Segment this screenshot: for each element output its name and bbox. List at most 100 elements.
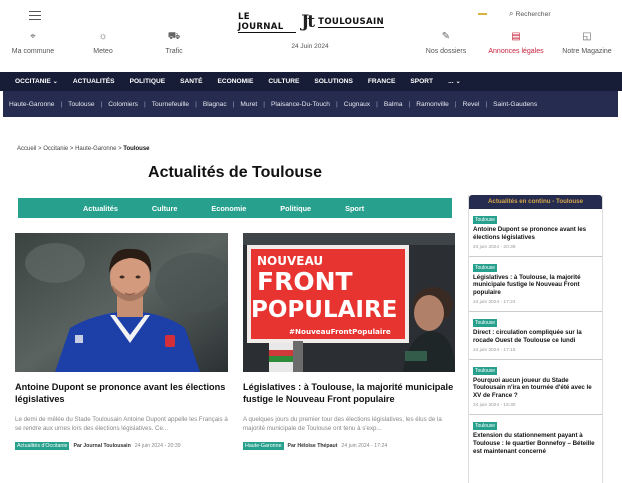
page-title: Actualités de Toulouse [148, 164, 322, 181]
menu-icon[interactable] [29, 11, 41, 21]
article-title[interactable]: Législatives : à Toulouse, la majorité m… [243, 381, 455, 405]
sidebar-news-item[interactable]: Toulouse Antoine Dupont se prononce avan… [469, 209, 602, 257]
subnav-separator: | [454, 100, 457, 108]
subnav-item[interactable]: Blagnac [203, 101, 227, 108]
article-title[interactable]: Antoine Dupont se prononce avant les éle… [15, 381, 228, 405]
subnav-item[interactable]: Muret [240, 101, 257, 108]
sidebar-tag[interactable]: Toulouse [473, 263, 498, 272]
subnav-item[interactable]: Toulouse [68, 101, 94, 108]
article-image-rugby-player[interactable] [15, 233, 228, 372]
nav-item-sante[interactable]: SANTÉ [180, 78, 202, 85]
util-ma-commune[interactable]: ⌖ Ma commune [3, 30, 63, 55]
poster-word-3: POPULAIRE [251, 297, 397, 323]
tab-sport[interactable]: Sport [345, 204, 364, 213]
subnav-separator: | [60, 100, 63, 108]
tab-politique[interactable]: Politique [280, 204, 311, 213]
subnav-separator: | [195, 100, 197, 108]
breadcrumb-link[interactable]: Accueil [17, 146, 36, 152]
nav-item-occitanie[interactable]: OCCITANIE ⌄ [15, 78, 58, 85]
sidebar-tag[interactable]: Toulouse [473, 318, 498, 327]
flag-indicator [478, 13, 487, 15]
util-label: Meteo [93, 48, 113, 55]
util-nos-dossiers[interactable]: ✎ Nos dossiers [416, 30, 476, 55]
article-card[interactable]: Antoine Dupont se prononce avant les éle… [15, 233, 228, 450]
logo-mark: Jt [301, 12, 315, 32]
sidebar-news-item[interactable]: Toulouse Direct : circulation compliquée… [469, 312, 602, 360]
article-image-poster[interactable]: NOUVEAU FRONT POPULAIRE #NouveauFrontPop… [243, 233, 455, 372]
subnav-item[interactable]: Cugnaux [344, 101, 370, 108]
sidebar-title[interactable]: Antoine Dupont se prononce avant les éle… [473, 226, 598, 242]
subnav-item[interactable]: Saint-Gaudens [493, 101, 537, 108]
tab-economie[interactable]: Economie [211, 204, 246, 213]
article-author[interactable]: Par Héloïse Thépaut [288, 443, 338, 449]
search-label: Rechercher [515, 11, 551, 18]
subnav-separator: | [263, 100, 265, 108]
nav-item-culture[interactable]: CULTURE [268, 78, 299, 85]
subnav-item[interactable]: Haute-Garonne [9, 101, 54, 108]
sidebar-title[interactable]: Extension du stationnement payant à Toul… [473, 432, 598, 455]
subnav-separator: | [100, 100, 103, 108]
article-time: 24 juin 2024 - 17:24 [341, 443, 388, 449]
sidebar-tag[interactable]: Toulouse [473, 216, 498, 224]
nav-item-sport[interactable]: SPORT [410, 78, 433, 85]
sidebar-title[interactable]: Législatives : à Toulouse, la majorité m… [473, 274, 598, 297]
nav-item-actualites[interactable]: ACTUALITÉS [73, 78, 115, 85]
util-label: Trafic [165, 48, 183, 55]
nav-item-france[interactable]: FRANCE [368, 78, 395, 85]
breadcrumb-link[interactable]: Haute-Garonne [75, 146, 116, 152]
article-time: 24 juin 2024 - 20:39 [134, 443, 181, 449]
nav-item-more[interactable]: ... ⌄ [448, 78, 461, 85]
search-icon: ⌕ [509, 9, 514, 18]
sidebar-tag[interactable]: Toulouse [473, 366, 498, 375]
nav-item-economie[interactable]: ECONOMIE [217, 78, 253, 85]
poster-word-2: FRONT [257, 267, 353, 296]
util-trafic[interactable]: ⛟ Trafic [144, 30, 204, 55]
tab-actualites[interactable]: Actualités [83, 204, 118, 213]
article-meta: Actualités d'Occitanie Par Journal Toulo… [15, 442, 228, 450]
subnav-item[interactable]: Colomiers [108, 101, 138, 108]
document-icon: ▤ [511, 31, 521, 42]
nav-item-politique[interactable]: POLITIQUE [130, 78, 166, 85]
main-nav: OCCITANIE ⌄ ACTUALITÉS POLITIQUE SANTÉ EC… [0, 72, 622, 91]
sidebar-news-item[interactable]: Toulouse Pourquoi aucun joueur du Stade … [469, 360, 602, 415]
article-author[interactable]: Par Journal Toulousain [73, 443, 130, 449]
car-icon: ⛟ [167, 31, 181, 42]
article-meta: Haute-Garonne Par Héloïse Thépaut 24 jui… [243, 442, 455, 450]
live-news-sidebar: Actualités en continu - Toulouse Toulous… [468, 195, 603, 483]
nav-label: OCCITANIE [15, 78, 51, 85]
breadcrumb-current: Toulouse [123, 146, 150, 152]
subnav-item[interactable]: Tournefeuille [152, 101, 189, 108]
sidebar-news-item[interactable]: Toulouse Législatives : à Toulouse, la m… [469, 257, 602, 312]
category-tabs: Actualités Culture Economie Politique Sp… [18, 198, 452, 218]
nav-label: ... [448, 78, 454, 85]
subnav-item[interactable]: Balma [384, 101, 403, 108]
nav-item-solutions[interactable]: SOLUTIONS [314, 78, 352, 85]
front-populaire-photo: NOUVEAU FRONT POPULAIRE #NouveauFrontPop… [243, 233, 455, 372]
sidebar-news-item[interactable]: Toulouse Extension du stationnement paya… [469, 415, 602, 461]
util-label: Ma commune [11, 48, 55, 55]
subnav-separator: | [376, 100, 378, 108]
subnav-item[interactable]: Revel [463, 101, 480, 108]
logo-text-right: TOULOUSAIN [318, 16, 384, 28]
poster-word-1: NOUVEAU [257, 254, 323, 268]
util-annonces-legales[interactable]: ▤ Annonces légales [486, 30, 546, 55]
sidebar-heading: Actualités en continu - Toulouse [469, 195, 602, 209]
subnav-item[interactable]: Ramonville [416, 101, 449, 108]
sidebar-title[interactable]: Pourquoi aucun joueur du Stade Toulousai… [473, 377, 598, 400]
util-meteo[interactable]: ☼ Meteo [73, 30, 133, 55]
tab-culture[interactable]: Culture [152, 204, 178, 213]
util-label: Annonces légales [488, 48, 544, 55]
breadcrumb-link[interactable]: Occitanie [43, 146, 68, 152]
util-notre-magazine[interactable]: ◱ Notre Magazine [557, 30, 617, 55]
sidebar-title[interactable]: Direct : circulation compliquée sur la r… [473, 329, 598, 345]
article-card[interactable]: NOUVEAU FRONT POPULAIRE #NouveauFrontPop… [243, 233, 455, 450]
map-pin-icon: ⌖ [30, 31, 36, 42]
site-logo[interactable]: LE JOURNAL Jt TOULOUSAIN [238, 12, 384, 33]
article-category-tag[interactable]: Haute-Garonne [243, 442, 284, 450]
search-button[interactable]: ⌕ Rechercher [509, 9, 551, 19]
article-category-tag[interactable]: Actualités d'Occitanie [15, 442, 70, 450]
sidebar-tag[interactable]: Toulouse [473, 421, 498, 430]
subnav-item[interactable]: Plaisance-Du-Touch [271, 101, 330, 108]
site-header: ⌖ Ma commune ☼ Meteo ⛟ Trafic LE JOURNAL… [0, 0, 622, 72]
sidebar-time: 24 juin 2024 - 20:39 [473, 244, 516, 250]
